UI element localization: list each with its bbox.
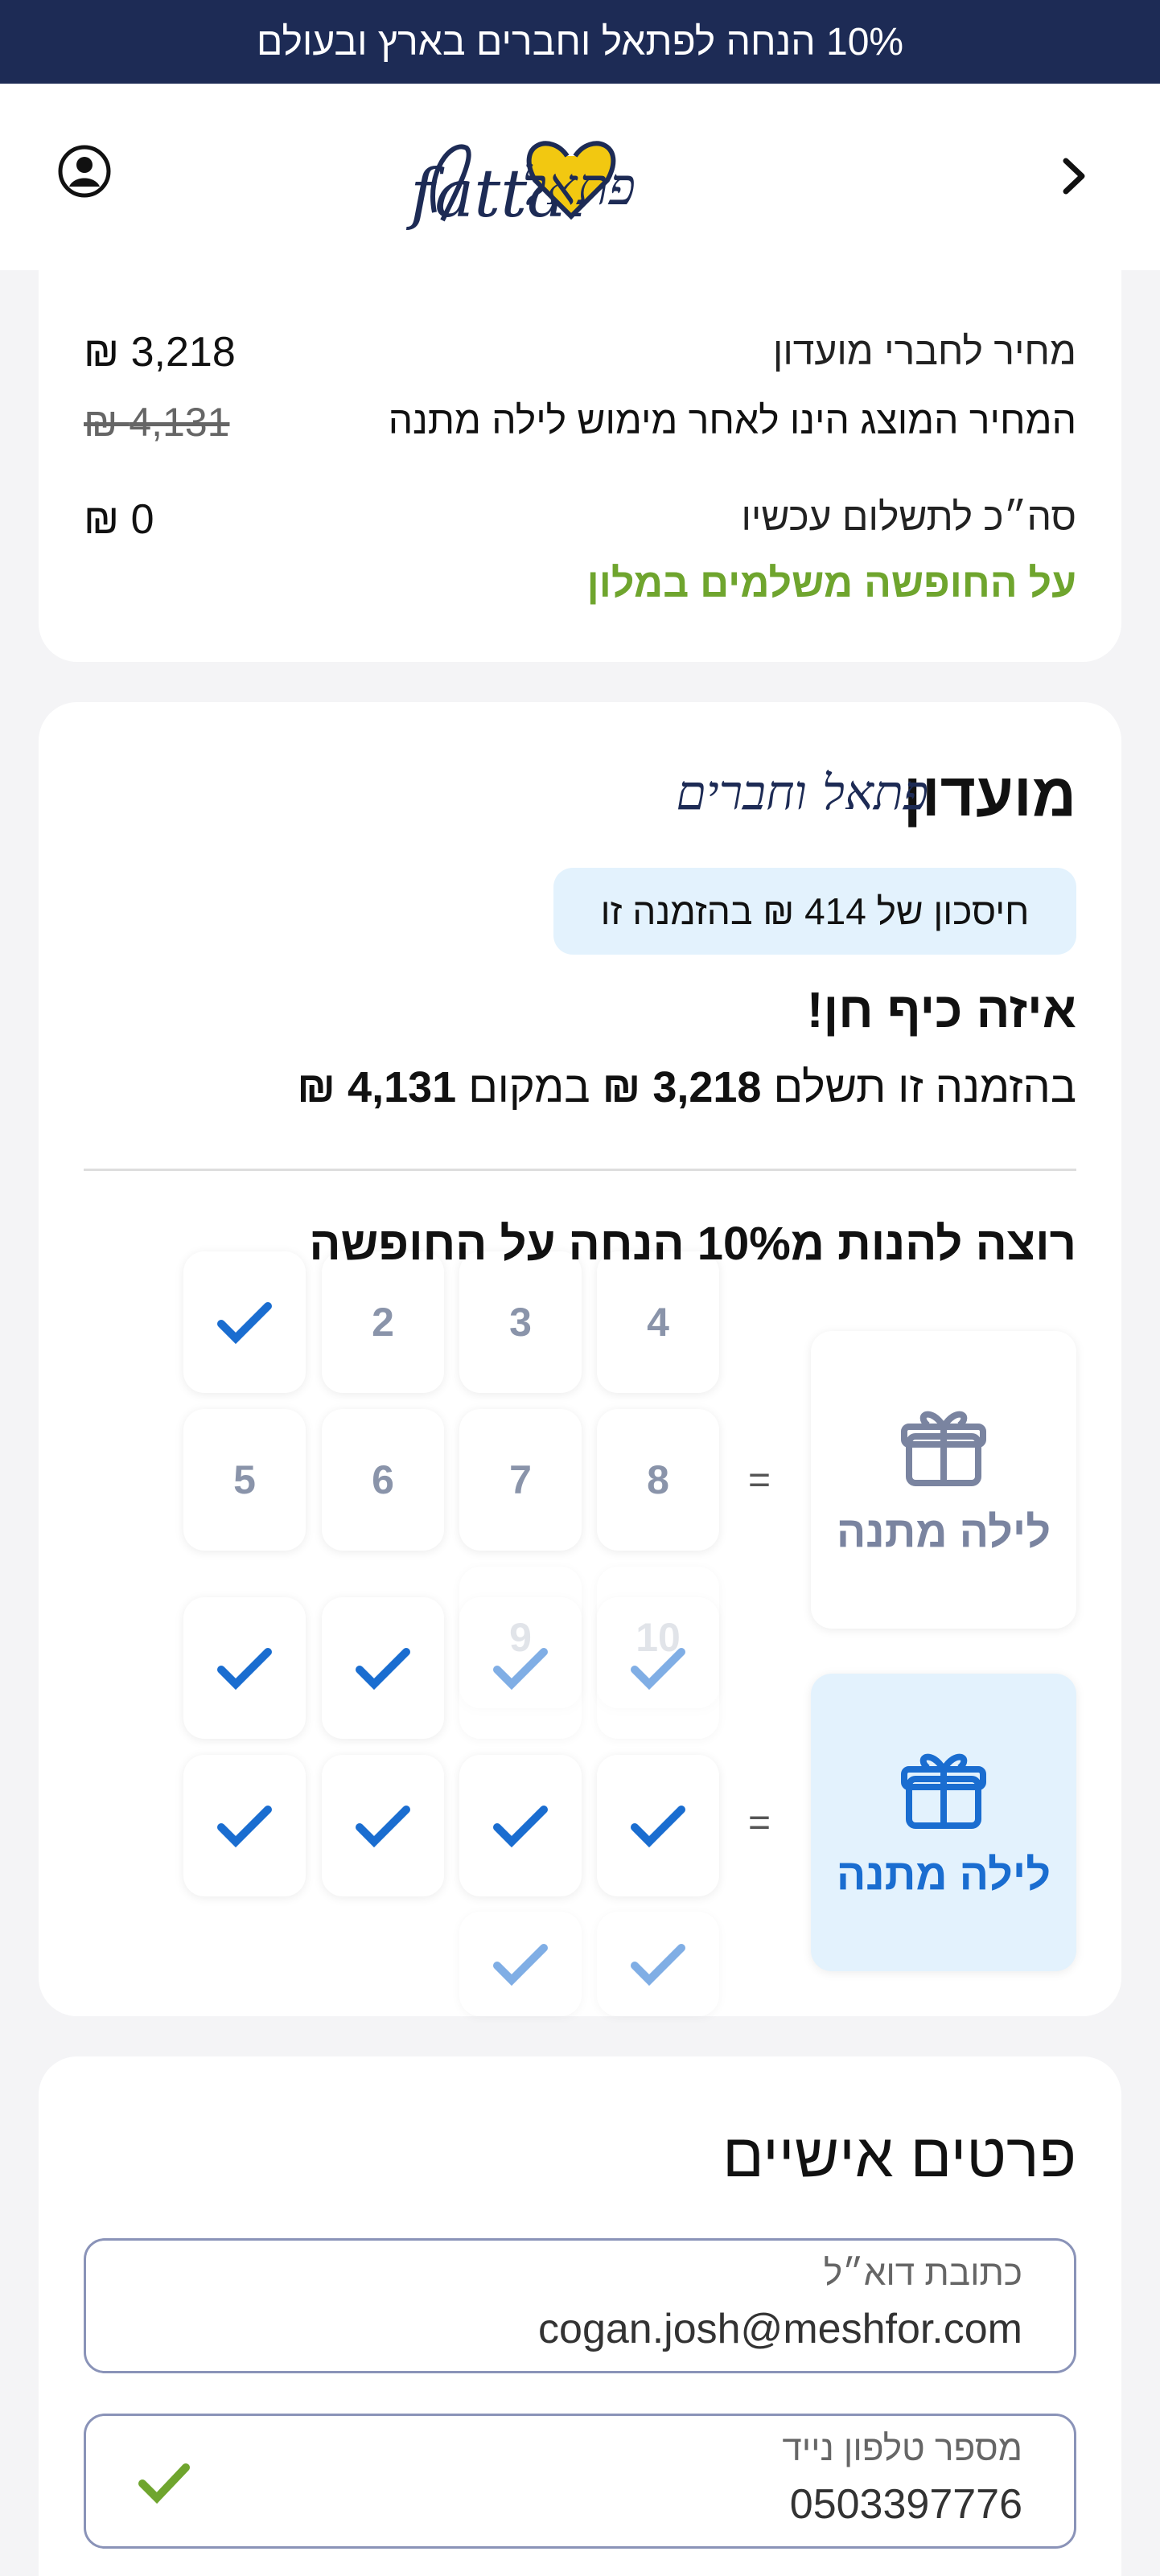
- valid-check-icon: [138, 2459, 191, 2508]
- check-square: [322, 1597, 444, 1739]
- number-square: 6: [322, 1409, 444, 1551]
- check-square: [597, 1912, 719, 2016]
- promo-text: 10% הנחה לפתאל וחברים בארץ ובעולם: [256, 20, 904, 64]
- check-square: [459, 1912, 582, 2016]
- gift-icon: [901, 1411, 986, 1486]
- price-note: המחיר המוצג הינו לאחר מימוש לילה מתנה: [388, 400, 1076, 442]
- equals-sign: =: [748, 1459, 771, 1502]
- check-square: [183, 1755, 306, 1896]
- number-square: 4: [597, 1251, 719, 1393]
- check-square: [322, 1755, 444, 1896]
- phone-value[interactable]: 0503397776: [790, 2480, 1022, 2529]
- gift-label: לילה מתנה: [836, 1851, 1051, 1899]
- sentence-orig: 4,131 ₪: [297, 1063, 457, 1111]
- total-now-label: סה״כ לתשלום עכשיו: [741, 496, 1076, 539]
- check-square: [183, 1597, 306, 1739]
- check-square: [183, 1251, 306, 1393]
- number-square: 7: [459, 1409, 582, 1551]
- phone-label: מספר טלפון נייד: [782, 2429, 1022, 2468]
- price-summary-card: מחיר לחברי מועדון 3,218 ₪ המחיר המוצג הי…: [39, 241, 1121, 662]
- pay-at-hotel-note: על החופשה משלמים במלון: [586, 561, 1076, 606]
- number-square: 2: [322, 1251, 444, 1393]
- check-square: [597, 1597, 719, 1739]
- club-headline: איזה כיף חן!: [806, 983, 1076, 1038]
- svg-text:פתאל: פתאל: [522, 158, 636, 217]
- club-logo: פתאל וחברים: [676, 765, 928, 821]
- number-square: 3: [459, 1251, 582, 1393]
- user-account-icon[interactable]: [58, 145, 111, 202]
- total-now-value: 0 ₪: [84, 496, 154, 543]
- promo-bar: 10% הנחה לפתאל וחברים בארץ ובעולם: [0, 0, 1160, 84]
- club-card: מועדון פתאל וחברים חיסכון של 414 ₪ בהזמנ…: [39, 702, 1121, 2016]
- club-sentence: בהזמנה זו תשלם 3,218 ₪ במקום 4,131 ₪: [297, 1062, 1076, 1112]
- equals-sign: =: [748, 1802, 771, 1844]
- savings-badge: חיסכון של 414 ₪ בהזמנה זו: [553, 868, 1076, 955]
- sentence-pre: בהזמנה זו תשלם: [773, 1063, 1076, 1111]
- discount-title: רוצה להנות מ10% הנחה על החופשה: [309, 1218, 1076, 1270]
- gift-label: לילה מתנה: [836, 1508, 1051, 1556]
- check-square: [459, 1755, 582, 1896]
- member-price-label: מחיר לחברי מועדון: [772, 331, 1076, 373]
- personal-title: פרטים אישיים: [722, 2122, 1076, 2190]
- savings-text: חיסכון של 414 ₪ בהזמנה זו: [600, 890, 1030, 932]
- check-square: [459, 1597, 582, 1739]
- check-square: [597, 1755, 719, 1896]
- club-title: מועדון: [903, 761, 1076, 829]
- brand-logo[interactable]: fattal פתאל: [394, 124, 764, 236]
- chevron-right-icon[interactable]: [1046, 148, 1102, 204]
- personal-details-card: פרטים אישיים כתובת דוא״ל cogan.josh@mesh…: [39, 2056, 1121, 2576]
- member-price-value: 3,218 ₪: [84, 329, 236, 376]
- number-square: 8: [597, 1409, 719, 1551]
- original-price: 4,131 ₪: [84, 400, 230, 445]
- sentence-price: 3,218 ₪: [602, 1063, 762, 1111]
- email-label: כתובת דוא״ל: [823, 2253, 1022, 2293]
- gift-night-option-active[interactable]: לילה מתנה: [811, 1674, 1076, 1971]
- divider: [84, 1169, 1076, 1171]
- sentence-mid: במקום: [468, 1063, 590, 1111]
- email-field[interactable]: כתובת דוא״ל cogan.josh@meshfor.com: [84, 2238, 1076, 2373]
- gift-night-option[interactable]: לילה מתנה: [811, 1331, 1076, 1629]
- number-square: 5: [183, 1409, 306, 1551]
- email-value[interactable]: cogan.josh@meshfor.com: [538, 2305, 1022, 2353]
- gift-icon: [901, 1753, 986, 1829]
- phone-field[interactable]: מספר טלפון נייד 0503397776: [84, 2414, 1076, 2549]
